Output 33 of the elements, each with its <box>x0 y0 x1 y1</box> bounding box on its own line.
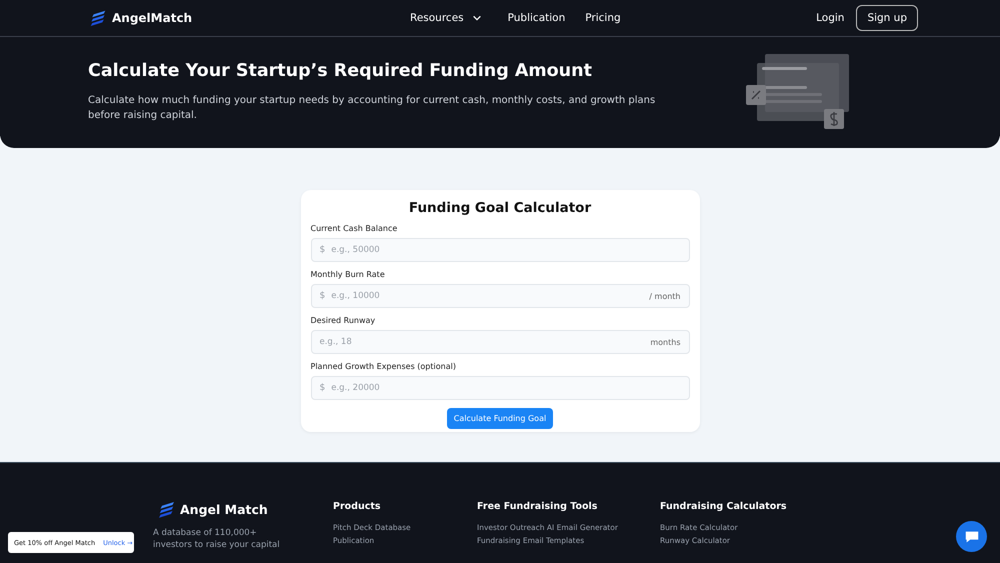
currency-prefix: $ <box>320 245 326 255</box>
field-label: Current Cash Balance <box>310 224 398 233</box>
footer-heading: Fundraising Calculators <box>660 501 787 512</box>
calculator-title: Funding Goal Calculator <box>408 200 592 216</box>
hero-title: Calculate Your Startup’s Required Funding Amount <box>88 61 593 81</box>
field-label: Monthly Burn Rate <box>310 270 386 279</box>
field-label: Desired Runway <box>310 316 376 325</box>
logo-icon <box>159 501 174 518</box>
text-input[interactable]: e.g., 50000 <box>331 245 680 255</box>
signup-button[interactable]: Sign up <box>856 5 918 31</box>
field-label: Planned Growth Expenses (optional) <box>310 362 457 371</box>
currency-prefix: $ <box>320 291 326 301</box>
brand-name[interactable]: AngelMatch <box>112 11 192 25</box>
footer-description: A database of 110,000+ investors to raise your capital <box>153 527 281 551</box>
hero-subtitle: Calculate how much funding your startup needs by accounting for current cash, monthly costs, and growth plans before raising capital. <box>88 94 656 123</box>
text-input[interactable]: e.g., 18 <box>320 337 650 347</box>
unit-suffix: months <box>650 338 680 346</box>
brand-name[interactable]: Angel Match <box>180 502 268 517</box>
footer-heading: Products <box>333 501 382 512</box>
calculate-button[interactable]: Calculate Funding Goal <box>446 408 554 429</box>
nav-link[interactable]: Pricing <box>585 12 621 24</box>
footer-heading: Free Fundraising Tools <box>477 501 598 512</box>
currency-prefix: $ <box>320 383 326 393</box>
login-link[interactable]: Login <box>816 12 844 24</box>
nav-link[interactable]: Publication <box>508 12 566 24</box>
text-input[interactable]: e.g., 10000 <box>331 291 650 301</box>
input-field[interactable]: e.g., 18 months <box>310 330 690 354</box>
nav-link[interactable]: Resources <box>410 12 488 24</box>
logo-icon <box>90 10 106 26</box>
text-input[interactable]: e.g., 20000 <box>331 383 680 393</box>
input-field[interactable]: $ e.g., 10000 / month <box>310 284 690 308</box>
unit-suffix: / month <box>649 292 680 300</box>
chat-icon <box>964 528 980 544</box>
